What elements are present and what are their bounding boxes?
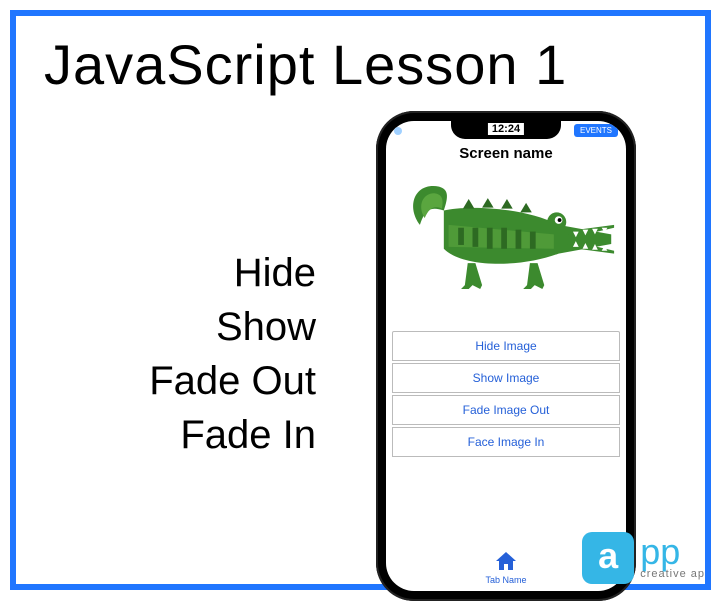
action-fade-out: Fade Out	[76, 354, 316, 408]
status-indicator-icon	[394, 127, 402, 135]
brand-tagline: creative ap	[640, 568, 705, 580]
slide-title: JavaScript Lesson 1	[44, 32, 567, 97]
action-show: Show	[76, 300, 316, 354]
slide-frame: JavaScript Lesson 1 Hide Show Fade Out F…	[10, 10, 711, 590]
action-fade-in: Fade In	[76, 408, 316, 462]
show-image-button[interactable]: Show Image	[392, 363, 620, 393]
brand-icon: a	[582, 532, 634, 584]
button-list: Hide Image Show Image Fade Image Out Fac…	[392, 331, 620, 459]
phone-screen: 12:24 EVENTS Screen name	[386, 121, 626, 591]
status-bar: 12:24 EVENTS	[386, 121, 626, 143]
crocodile-icon	[396, 169, 616, 319]
phone-mockup: 12:24 EVENTS Screen name	[376, 111, 636, 601]
events-badge[interactable]: EVENTS	[574, 124, 618, 137]
brand-text: pp creative ap	[640, 536, 705, 580]
face-image-in-button[interactable]: Face Image In	[392, 427, 620, 457]
brand-letter: a	[598, 535, 618, 577]
brand-logo: a pp creative ap	[582, 532, 705, 584]
crocodile-image	[396, 169, 616, 319]
status-time: 12:24	[488, 123, 524, 135]
screen-title: Screen name	[386, 145, 626, 162]
brand-name-rest: pp	[640, 536, 705, 568]
hide-image-button[interactable]: Hide Image	[392, 331, 620, 361]
fade-image-out-button[interactable]: Fade Image Out	[392, 395, 620, 425]
action-hide: Hide	[76, 246, 316, 300]
action-list: Hide Show Fade Out Fade In	[76, 246, 316, 462]
